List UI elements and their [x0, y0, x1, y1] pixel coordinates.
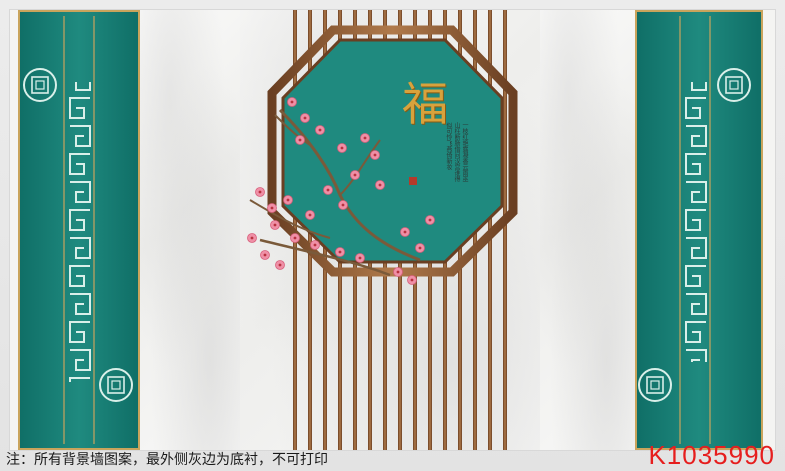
right-medallion-bottom: [638, 368, 672, 402]
right-medallion-top: [717, 68, 751, 102]
blossom-center: [298, 138, 302, 142]
blossom-center: [313, 243, 317, 247]
blossom-center: [293, 236, 297, 240]
blossom-center: [403, 230, 407, 234]
red-seal: [409, 177, 417, 185]
blossom-center: [273, 223, 277, 227]
blossom-center: [263, 253, 267, 257]
blossom-center: [378, 183, 382, 187]
blossom-center: [258, 190, 262, 194]
blossom-center: [270, 206, 274, 210]
blossom-center: [308, 213, 312, 217]
blossom-center: [363, 136, 367, 140]
product-code: K1035990: [648, 440, 775, 470]
blossom-center: [286, 198, 290, 202]
blossom-center: [418, 246, 422, 250]
blossom-center: [290, 100, 294, 104]
right-fret-pattern: [682, 82, 708, 362]
blossom-center: [250, 236, 254, 240]
background-wall-mural: 福 一枝红艳露凝香云雨巫山枉断肠借问汉宫谁得似可怜飞燕倚新妆: [10, 10, 775, 450]
mockup-frame: 福 一枝红艳露凝香云雨巫山枉断肠借问汉宫谁得似可怜飞燕倚新妆 注：所有背景墙图案…: [0, 0, 785, 471]
blossom-center: [326, 188, 330, 192]
poem-text: 一枝红艳露凝香云雨巫山枉断肠借问汉宫谁得似可怜飞燕倚新妆: [445, 122, 468, 182]
blossom-center: [410, 278, 414, 282]
blossom-center: [278, 263, 282, 267]
left-fret-pattern: [68, 82, 94, 382]
blossom-center: [303, 116, 307, 120]
blossom-center: [396, 270, 400, 274]
left-medallion-top: [23, 68, 57, 102]
blossom-center: [358, 256, 362, 260]
blossom-center: [353, 173, 357, 177]
blossom-center: [338, 250, 342, 254]
blossom-center: [428, 218, 432, 222]
left-medallion-bottom: [99, 368, 133, 402]
blossom-center: [318, 128, 322, 132]
blossom-center: [373, 153, 377, 157]
print-note: 注：所有背景墙图案，最外侧灰边为底衬，不可打印: [6, 452, 328, 468]
blossom-center: [340, 146, 344, 150]
wooden-slat: [503, 10, 507, 450]
blossom-center: [341, 203, 345, 207]
